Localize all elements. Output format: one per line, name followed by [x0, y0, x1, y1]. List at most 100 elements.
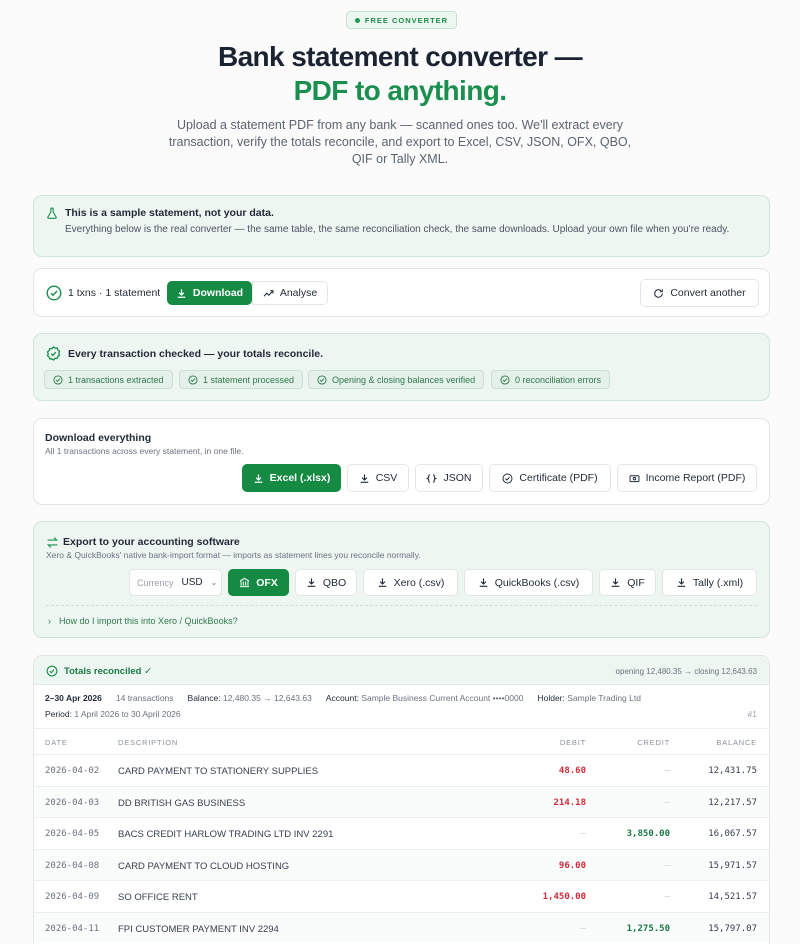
check-circle-icon [46, 665, 58, 677]
page-title: Bank statement converter — PDF to anythi… [0, 40, 800, 108]
income-report-download-button[interactable]: Income Report (PDF) [617, 464, 757, 492]
column-header-debit: DEBIT [559, 738, 586, 747]
row-balance: 14,521.57 [708, 892, 757, 902]
download-button-label: Download [192, 287, 244, 299]
totals-status: Totals reconciled ✓ [64, 666, 153, 677]
currency-label: Currency [137, 577, 174, 588]
reconcile-title: Every transaction checked — your totals … [68, 348, 324, 360]
page-title-accent: PDF to anything. [293, 75, 507, 106]
statement-card: Totals reconciled ✓ opening 12,480.35 → … [33, 655, 770, 944]
bank-icon [239, 577, 250, 588]
flask-icon [47, 207, 57, 219]
analyse-button[interactable]: Analyse [252, 281, 328, 305]
export-divider [46, 605, 757, 606]
check-circle-icon [317, 374, 327, 385]
row-credit: 3,850.00 [626, 829, 670, 839]
chip-label: 1 transactions extracted [68, 374, 164, 385]
chip-label: 0 reconciliation errors [515, 374, 602, 385]
analyse-button-label: Analyse [279, 287, 318, 299]
table-row: 2026-04-03 DD BRITISH GAS BUSINESS 214.1… [34, 785, 769, 817]
qbo-label: QBO [322, 576, 347, 589]
banknote-icon [629, 474, 640, 482]
row-debit: – [580, 923, 586, 934]
chevron-right-icon: › [48, 616, 51, 626]
tally-export-button[interactable]: Tally (.xml) [662, 569, 757, 596]
row-balance: 12,217.57 [708, 797, 757, 808]
download-button[interactable]: Download [167, 281, 252, 305]
table-row: 2026-04-05 BACS CREDIT HARLOW TRADING LT… [34, 817, 769, 849]
row-balance: 15,797.07 [708, 923, 757, 934]
qif-label: QIF [627, 576, 645, 589]
download-everything-subtitle: All 1 transactions across every statemen… [45, 446, 244, 456]
row-date: 2026-04-02 [45, 766, 100, 776]
row-description: CARD PAYMENT TO CLOUD HOSTING [118, 860, 290, 872]
row-date: 2026-04-09 [45, 892, 100, 902]
page-subtitle: Upload a statement PDF from any bank — s… [168, 118, 632, 166]
check-circle-icon [500, 374, 510, 385]
statement-range: 2–30 Apr 2026 [45, 693, 102, 703]
certificate-download-button[interactable]: Certificate (PDF) [489, 464, 611, 492]
json-download-button[interactable]: JSON [415, 464, 483, 492]
quickbooks-export-button[interactable]: QuickBooks (.csv) [464, 569, 593, 596]
period-info: Period: 1 April 2026 to 30 April 2026 [45, 709, 181, 719]
row-description: SO OFFICE RENT [118, 892, 198, 903]
page-title-main: Bank statement converter — [217, 41, 583, 72]
download-icon [360, 473, 368, 483]
row-description: FPI CUSTOMER PAYMENT INV 2294 [118, 923, 279, 935]
chip-label: 1 statement processed [203, 374, 295, 385]
arrows-swap-icon [46, 537, 59, 548]
tally-label: Tally (.xml) [692, 576, 744, 589]
row-description: CARD PAYMENT TO STATIONERY SUPPLIES [118, 766, 319, 777]
currency-select[interactable]: Currency USD ⌄ [129, 569, 222, 596]
chevron-down-icon: ⌄ [210, 578, 218, 587]
reconciliation-summary: Every transaction checked — your totals … [33, 333, 770, 401]
download-icon [177, 288, 186, 298]
column-header-credit: CREDIT [637, 738, 670, 747]
row-date: 2026-04-03 [45, 797, 100, 808]
check-circle-icon [188, 374, 198, 385]
convert-another-label: Convert another [670, 287, 746, 299]
export-subtitle: Xero & QuickBooks' native bank-import fo… [46, 550, 421, 560]
excel-download-button[interactable]: Excel (.xlsx) [242, 464, 341, 492]
badge-label: FREE CONVERTER [364, 15, 449, 25]
import-howto-toggle[interactable]: › How do I import this into Xero / Quick… [48, 616, 238, 626]
csv-label: CSV [375, 472, 398, 484]
column-header-description: DESCRIPTION [118, 738, 179, 747]
chip-reconciliation-errors: 0 reconciliation errors [491, 370, 611, 389]
download-icon [378, 578, 386, 587]
holder-info: Holder: Sample Trading Ltd [537, 693, 641, 703]
download-icon [677, 578, 686, 587]
badge-check-icon [502, 473, 513, 483]
account-info: Account: Sample Business Current Account… [325, 693, 524, 703]
statement-header: Totals reconciled ✓ opening 12,480.35 → … [34, 656, 769, 685]
row-description: DD BRITISH GAS BUSINESS [118, 797, 246, 809]
xero-export-button[interactable]: Xero (.csv) [363, 569, 458, 596]
row-credit: – [664, 797, 670, 808]
statement-number: #1 [747, 709, 757, 719]
convert-another-button[interactable]: Convert another [640, 279, 759, 307]
excel-label: Excel (.xlsx) [269, 472, 331, 484]
chip-transactions-extracted: 1 transactions extracted [44, 370, 173, 389]
chip-label: Opening & closing balances verified [332, 374, 476, 385]
transaction-count: 14 transactions [115, 693, 174, 703]
json-label: JSON [443, 472, 472, 484]
certificate-label: Certificate (PDF) [519, 472, 598, 484]
table-row: 2026-04-09 SO OFFICE RENT 1,450.00 – 14,… [34, 880, 769, 912]
csv-download-button[interactable]: CSV [347, 464, 409, 492]
braces-icon [426, 473, 438, 483]
refresh-icon [654, 288, 664, 298]
download-icon [611, 578, 620, 587]
row-debit: 214.18 [553, 797, 586, 808]
row-credit: – [664, 892, 670, 902]
column-header-date: DATE [45, 738, 68, 747]
column-header-balance: BALANCE [716, 738, 757, 747]
row-balance: 15,971.57 [708, 860, 757, 871]
qif-export-button[interactable]: QIF [599, 569, 656, 596]
ofx-export-button[interactable]: OFX [228, 569, 289, 596]
row-balance: 12,431.75 [708, 766, 757, 776]
download-icon [479, 578, 487, 587]
income-report-label: Income Report (PDF) [645, 472, 746, 484]
row-credit: – [664, 766, 670, 776]
qbo-export-button[interactable]: QBO [295, 569, 357, 596]
check-circle-icon [53, 374, 63, 385]
